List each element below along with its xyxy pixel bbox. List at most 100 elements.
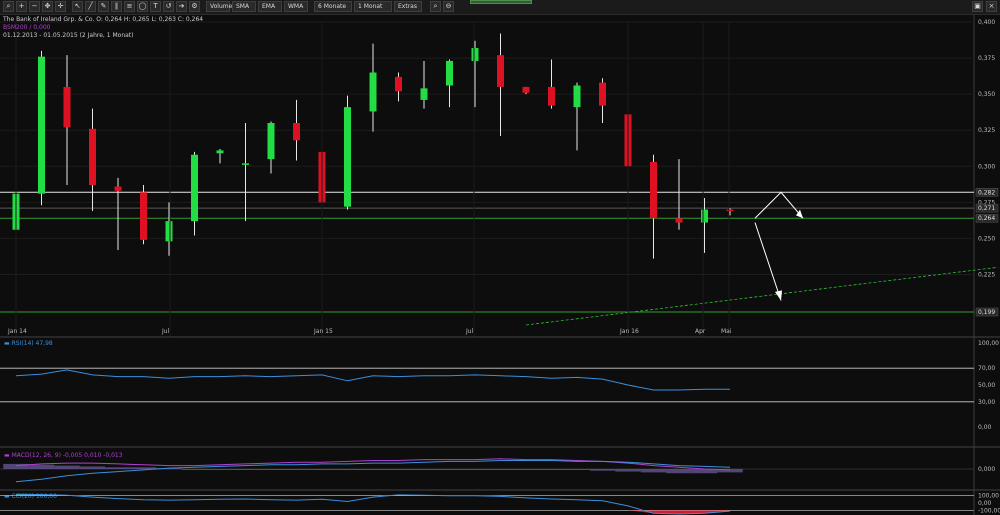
zoom-out-icon[interactable]: ⊖ (443, 1, 454, 12)
candle-body (89, 128, 96, 186)
macd-histogram-bar (436, 469, 463, 470)
macd-histogram-bar (334, 469, 361, 470)
x-tick-label: Apr (695, 328, 706, 335)
candle-body (38, 56, 45, 194)
macd-histogram-bar (538, 469, 565, 470)
y-tick-label: 30,00 (978, 399, 995, 406)
price-tag-label: 0,271 (978, 205, 995, 212)
candle-body (216, 150, 224, 154)
candle-body (548, 86, 555, 106)
interval-select[interactable]: 1 Monat (354, 1, 392, 12)
x-tick-label: Mai (721, 328, 732, 335)
zoom-in-icon[interactable]: + (16, 1, 27, 12)
price-tag-label: 0,282 (978, 189, 995, 196)
extras-button[interactable]: Extras (394, 1, 422, 12)
candle-body (701, 209, 708, 223)
zoom-in-icon[interactable]: ⌕ (430, 1, 441, 12)
y-tick-label: 0,225 (978, 272, 995, 279)
y-tick-label: 0,00 (978, 424, 992, 431)
candle-body (497, 55, 504, 87)
y-tick-label: 0,375 (978, 55, 995, 62)
header-range-line: 01.12.2013 - 01.05.2015 (2 Jahre, 1 Mona… (3, 32, 134, 39)
candle-body (573, 85, 581, 108)
macd-histogram-bar (462, 469, 488, 470)
header-quote-line: The Bank of Ireland Grp. & Co. O: 0,264 … (3, 16, 204, 23)
period-select[interactable]: 6 Monate (314, 1, 352, 12)
candle-body (140, 192, 147, 240)
candle-body (420, 88, 428, 100)
macd-histogram-bar (181, 469, 208, 470)
candle-body (191, 154, 198, 222)
candle-body (242, 163, 249, 165)
lock-icon[interactable]: ▣ (972, 1, 983, 12)
y-tick-label: 0,00 (978, 500, 992, 507)
line-icon[interactable]: ╱ (85, 1, 96, 12)
y-tick-label: 70,00 (978, 365, 995, 372)
y-tick-label: 0,350 (978, 91, 995, 98)
macd-histogram-bar (640, 469, 667, 473)
macd-title: ▬ MACD(12, 26, 9) -0,005 0,010 -0,013 (4, 452, 123, 459)
candle-body (726, 209, 734, 212)
crosshair-icon[interactable]: ✛ (55, 1, 66, 12)
macd-histogram-bar (309, 469, 335, 470)
candle-body (369, 72, 377, 112)
close-icon[interactable]: × (986, 1, 997, 12)
fibonacci-icon[interactable]: ≡ (124, 1, 135, 12)
x-tick-label: Jul (465, 328, 474, 335)
rsi-title: ▬ RSI(14) 47,98 (4, 340, 53, 347)
macd-histogram-bar (232, 469, 259, 470)
y-tick-label: 0,400 (978, 19, 995, 26)
cursor-icon[interactable]: ↖ (72, 1, 83, 12)
candle-body (344, 107, 351, 207)
candle-body (522, 86, 530, 93)
arrow-icon[interactable]: ➔ (176, 1, 187, 12)
pan-icon[interactable]: ✥ (42, 1, 53, 12)
projection-arrow-up (754, 191, 804, 219)
indicator-button-ema[interactable]: EMA (258, 1, 282, 12)
macd-histogram-bar (28, 464, 55, 469)
macd-histogram-bar (105, 467, 131, 469)
chart-header: The Bank of Ireland Grp. & Co. O: 0,264 … (3, 16, 203, 40)
live-indicator (470, 0, 532, 4)
ellipse-icon[interactable]: ◯ (137, 1, 148, 12)
header-indicator-line: BSM200 / 0,000 (3, 24, 51, 31)
macd-histogram-bar (411, 469, 437, 470)
arrow-head (775, 290, 782, 301)
gear-icon[interactable]: ⚙ (189, 1, 200, 12)
y-tick-label: 0,000 (978, 466, 995, 473)
price-tag-label: 0,264 (978, 215, 995, 222)
projection-arrow-down (754, 222, 782, 301)
macd-histogram-bar (615, 469, 641, 472)
candle-body (293, 123, 300, 141)
macd-histogram-bar (283, 469, 310, 470)
text-icon[interactable]: T (150, 1, 161, 12)
zoom-out-icon[interactable]: − (29, 1, 40, 12)
search-icon[interactable]: ⌕ (3, 1, 14, 12)
indicator-button-sma[interactable]: SMA (232, 1, 256, 12)
candle-body (63, 86, 71, 128)
toolbar: ⌕ + − ✥ ✛ ↖ ╱ ✎ ∥ ≡ ◯ T ↺ ➔ ⚙ Volumen SMA EMA WMA 6 Monate 1… (0, 0, 1000, 15)
channel-icon[interactable]: ∥ (111, 1, 122, 12)
trend-line (525, 266, 998, 326)
indicator-button-wma[interactable]: WMA (284, 1, 308, 12)
macd-histogram-bar (385, 469, 412, 470)
chart-area[interactable]: 0,4000,3750,3500,3250,3000,2750,2500,225… (0, 15, 1000, 515)
candle-body (675, 218, 683, 223)
candle-body (599, 82, 606, 106)
price-tag-label: 0,199 (978, 309, 995, 316)
candle-body (267, 123, 275, 160)
undo-icon[interactable]: ↺ (163, 1, 174, 12)
macd-histogram-bar (130, 467, 157, 469)
x-tick-label: Jul (161, 328, 170, 335)
macd-histogram-bar (564, 469, 590, 470)
candle-body (165, 221, 173, 242)
x-tick-label: Jan 16 (619, 328, 639, 335)
macd-histogram-bar (487, 469, 514, 470)
cci-line (15, 493, 731, 515)
y-tick-label: 100,00 (978, 340, 999, 347)
y-tick-label: 100,00 (978, 493, 999, 500)
macd-histogram-bar (513, 469, 539, 470)
y-tick-label: -100,00 (978, 507, 1000, 514)
indicator-button-volumen[interactable]: Volumen (206, 1, 236, 12)
brush-icon[interactable]: ✎ (98, 1, 109, 12)
